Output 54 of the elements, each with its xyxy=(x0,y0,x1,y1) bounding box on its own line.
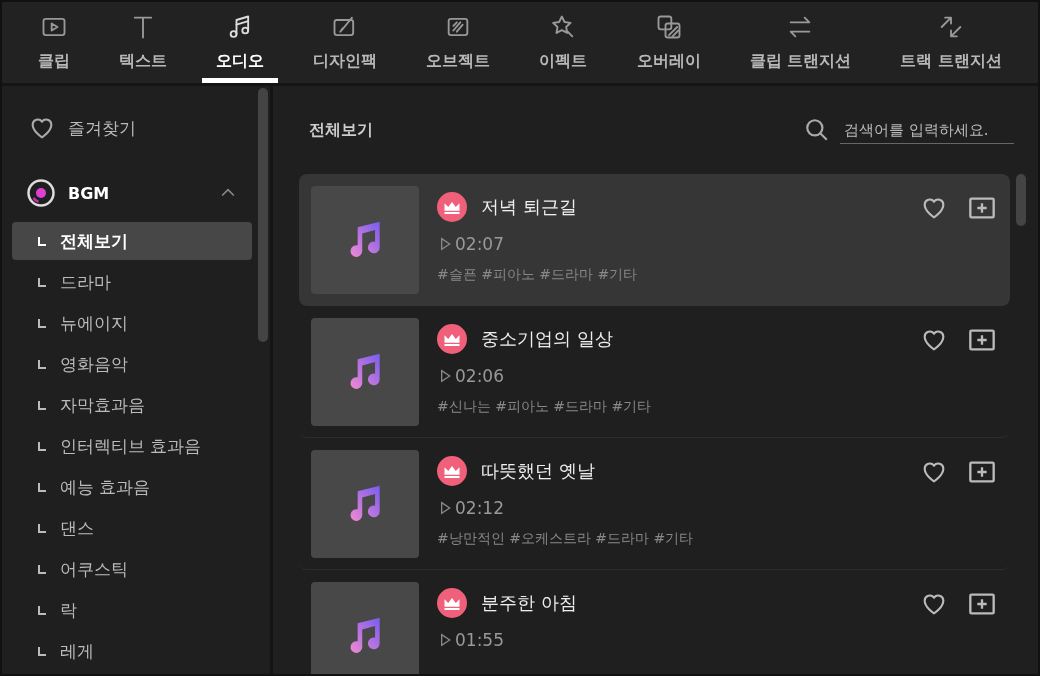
track-row[interactable]: 따뜻했던 옛날 02:12 #낭만적인 #오케스트라 #드라마 #기타 xyxy=(299,438,1010,570)
track-title: 중소기업의 일상 xyxy=(481,327,613,351)
branch-icon xyxy=(38,564,46,574)
track-row[interactable]: 중소기업의 일상 02:06 #신나는 #피아노 #드라마 #기타 xyxy=(299,306,1010,438)
tab[interactable]: 오디오 xyxy=(202,2,279,83)
search-icon[interactable] xyxy=(804,117,830,143)
branch-icon xyxy=(38,605,46,615)
branch-icon xyxy=(38,277,46,287)
tab[interactable]: 오버레이 xyxy=(622,2,715,83)
category-item[interactable]: 영화음악 xyxy=(12,345,252,383)
track-tags: #슬픈 #피아노 #드라마 #기타 xyxy=(437,266,902,284)
track-row[interactable]: 분주한 아침 01:55 xyxy=(299,570,1010,674)
category-item[interactable]: 레게 xyxy=(12,632,252,670)
branch-icon xyxy=(38,236,46,246)
track-duration: 01:55 xyxy=(455,630,504,650)
category-item[interactable]: 자막효과음 xyxy=(12,386,252,424)
scrollbar-thumb[interactable] xyxy=(1016,174,1026,226)
branch-icon xyxy=(38,646,46,656)
track-duration: 02:06 xyxy=(455,366,504,386)
search-field[interactable]: 검색어를 입력하세요. xyxy=(840,116,1014,144)
category-item[interactable]: 댄스 xyxy=(12,509,252,547)
branch-icon xyxy=(38,441,46,451)
category-item[interactable]: 어쿠스틱 xyxy=(12,550,252,588)
branch-icon xyxy=(38,400,46,410)
branch-icon xyxy=(38,482,46,492)
track-tags: #신나는 #피아노 #드라마 #기타 xyxy=(437,398,902,416)
track-title: 따뜻했던 옛날 xyxy=(481,459,595,483)
category-item[interactable]: 인터렉티브 효과음 xyxy=(12,427,252,465)
tab[interactable]: 클립 트랜지션 xyxy=(735,2,866,83)
branch-icon xyxy=(38,359,46,369)
tab[interactable]: 텍스트 xyxy=(105,2,182,83)
scrollbar-thumb[interactable] xyxy=(258,88,268,342)
track-duration: 02:07 xyxy=(455,234,504,254)
track-title: 저녁 퇴근길 xyxy=(481,195,577,219)
tab[interactable]: 트랙 트랜지션 xyxy=(886,2,1016,83)
branch-icon xyxy=(38,318,46,328)
disc-icon xyxy=(26,178,56,208)
tab[interactable]: 오브젝트 xyxy=(412,2,505,83)
branch-icon xyxy=(38,523,46,533)
track-tags: #낭만적인 #오케스트라 #드라마 #기타 xyxy=(437,530,902,548)
category-item[interactable]: 드라마 xyxy=(12,263,252,301)
category-item[interactable]: 예능 효과음 xyxy=(12,468,252,506)
tab[interactable]: 클립 xyxy=(24,2,84,83)
category-item[interactable]: 전체보기 xyxy=(12,222,252,260)
category-header[interactable]: BGM xyxy=(12,172,252,214)
track-duration: 02:12 xyxy=(455,498,504,518)
favorites-item[interactable]: 즐겨찾기 xyxy=(12,106,252,150)
tab[interactable]: 이펙트 xyxy=(525,2,602,83)
track-row[interactable]: 저녁 퇴근길 02:07 #슬픈 #피아노 #드라마 #기타 xyxy=(299,174,1010,306)
category-item[interactable]: 뉴에이지 xyxy=(12,304,252,342)
category-item[interactable]: 락 xyxy=(12,591,252,629)
tab[interactable]: 디자인팩 xyxy=(299,2,392,83)
section-title: 전체보기 xyxy=(309,119,373,141)
track-title: 분주한 아침 xyxy=(481,591,577,615)
